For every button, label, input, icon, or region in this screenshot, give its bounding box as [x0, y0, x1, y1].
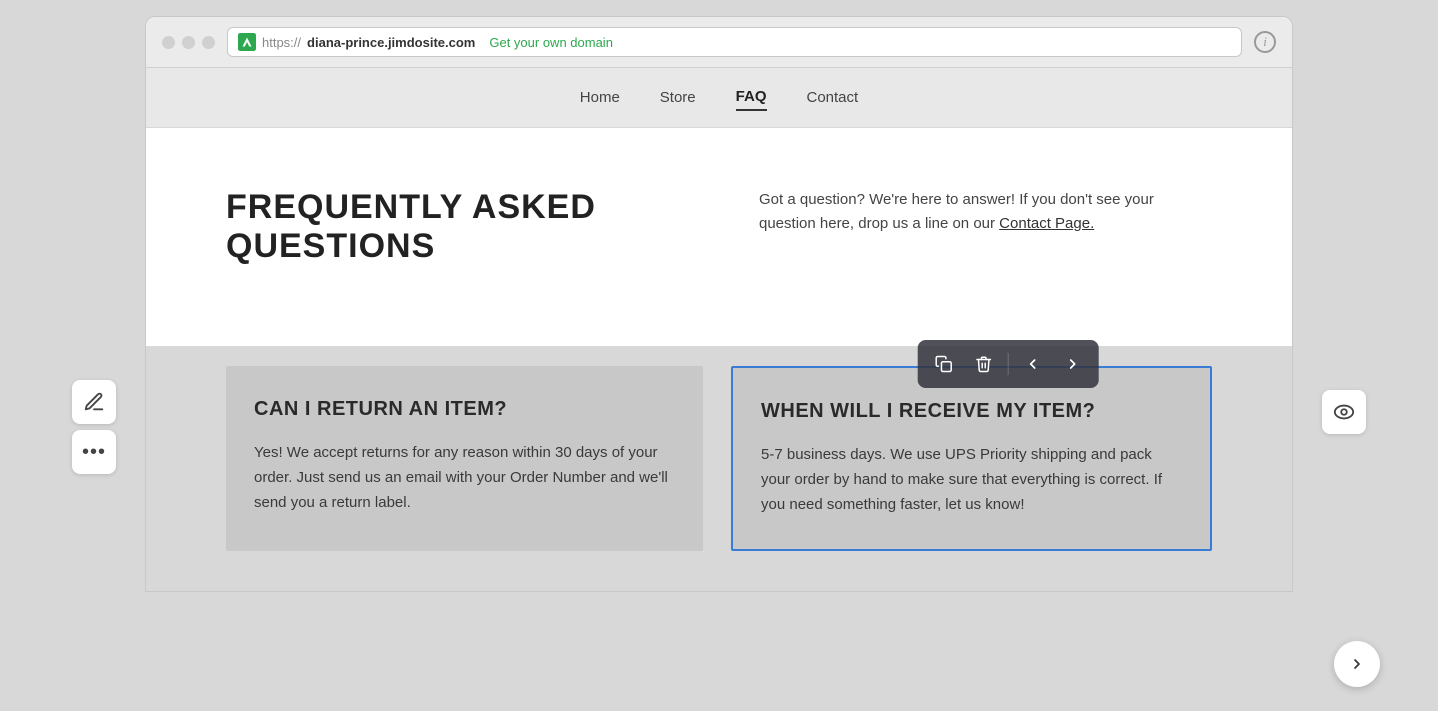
- traffic-lights: [162, 36, 215, 49]
- nav-store[interactable]: Store: [660, 85, 696, 110]
- info-button[interactable]: i: [1254, 31, 1276, 53]
- browser-titlebar: https:// diana-prince.jimdosite.com Get y…: [146, 17, 1292, 68]
- card-edit-toolbar: [917, 340, 1098, 388]
- nav-faq[interactable]: FAQ: [736, 84, 767, 111]
- nav-home[interactable]: Home: [580, 85, 620, 110]
- traffic-light-maximize[interactable]: [202, 36, 215, 49]
- info-icon-label: i: [1263, 34, 1267, 50]
- nav-contact[interactable]: Contact: [807, 85, 859, 110]
- toolbar-divider: [1007, 353, 1008, 375]
- chevron-right-icon: [1349, 656, 1365, 672]
- url-prefix: https://: [262, 35, 301, 50]
- more-options-button[interactable]: •••: [72, 430, 116, 474]
- site-navigation: Home Store FAQ Contact: [146, 68, 1292, 128]
- chevron-left-icon: [1024, 356, 1040, 372]
- scroll-right-button[interactable]: [1334, 641, 1380, 687]
- faq-card-1: WHEN WILL I RECEIVE MY ITEM? 5-7 busines…: [731, 366, 1212, 551]
- faq-card-0: CAN I RETURN AN ITEM? Yes! We accept ret…: [226, 366, 703, 551]
- toolbar-delete-button[interactable]: [965, 346, 1001, 382]
- traffic-light-close[interactable]: [162, 36, 175, 49]
- left-sidebar: •••: [72, 380, 116, 474]
- get-domain-link[interactable]: Get your own domain: [489, 35, 613, 50]
- toolbar-copy-button[interactable]: [925, 346, 961, 382]
- traffic-light-minimize[interactable]: [182, 36, 195, 49]
- address-bar[interactable]: https:// diana-prince.jimdosite.com Get y…: [227, 27, 1242, 57]
- browser-window: https:// diana-prince.jimdosite.com Get y…: [145, 16, 1293, 592]
- website-content: Home Store FAQ Contact FREQUENTLY ASKED …: [146, 68, 1292, 591]
- jimdo-logo-icon: [238, 33, 256, 51]
- more-icon: •••: [82, 441, 106, 464]
- pen-icon: [83, 391, 105, 413]
- faq-question-0: CAN I RETURN AN ITEM?: [254, 398, 675, 421]
- eye-icon: [1333, 404, 1355, 420]
- faq-hero-section: FREQUENTLY ASKED QUESTIONS Got a questio…: [146, 128, 1292, 346]
- faq-intro-text: Got a question? We're here to answer! If…: [759, 188, 1212, 236]
- faq-main-title: FREQUENTLY ASKED QUESTIONS: [226, 188, 679, 266]
- faq-cards-section: CAN I RETURN AN ITEM? Yes! We accept ret…: [146, 346, 1292, 591]
- faq-answer-1: 5-7 business days. We use UPS Priority s…: [761, 443, 1182, 517]
- faq-question-1: WHEN WILL I RECEIVE MY ITEM?: [761, 400, 1182, 423]
- url-domain: diana-prince.jimdosite.com: [307, 35, 475, 50]
- faq-intro-body: Got a question? We're here to answer! If…: [759, 191, 1154, 232]
- right-sidebar: [1322, 390, 1366, 434]
- trash-icon: [974, 355, 992, 373]
- preview-button[interactable]: [1322, 390, 1366, 434]
- chevron-right-toolbar-icon: [1064, 356, 1080, 372]
- faq-answer-0: Yes! We accept returns for any reason wi…: [254, 441, 675, 515]
- toolbar-next-button[interactable]: [1054, 346, 1090, 382]
- toolbar-prev-button[interactable]: [1014, 346, 1050, 382]
- copy-icon: [934, 355, 952, 373]
- contact-page-link[interactable]: Contact Page.: [999, 215, 1094, 232]
- pen-tool-button[interactable]: [72, 380, 116, 424]
